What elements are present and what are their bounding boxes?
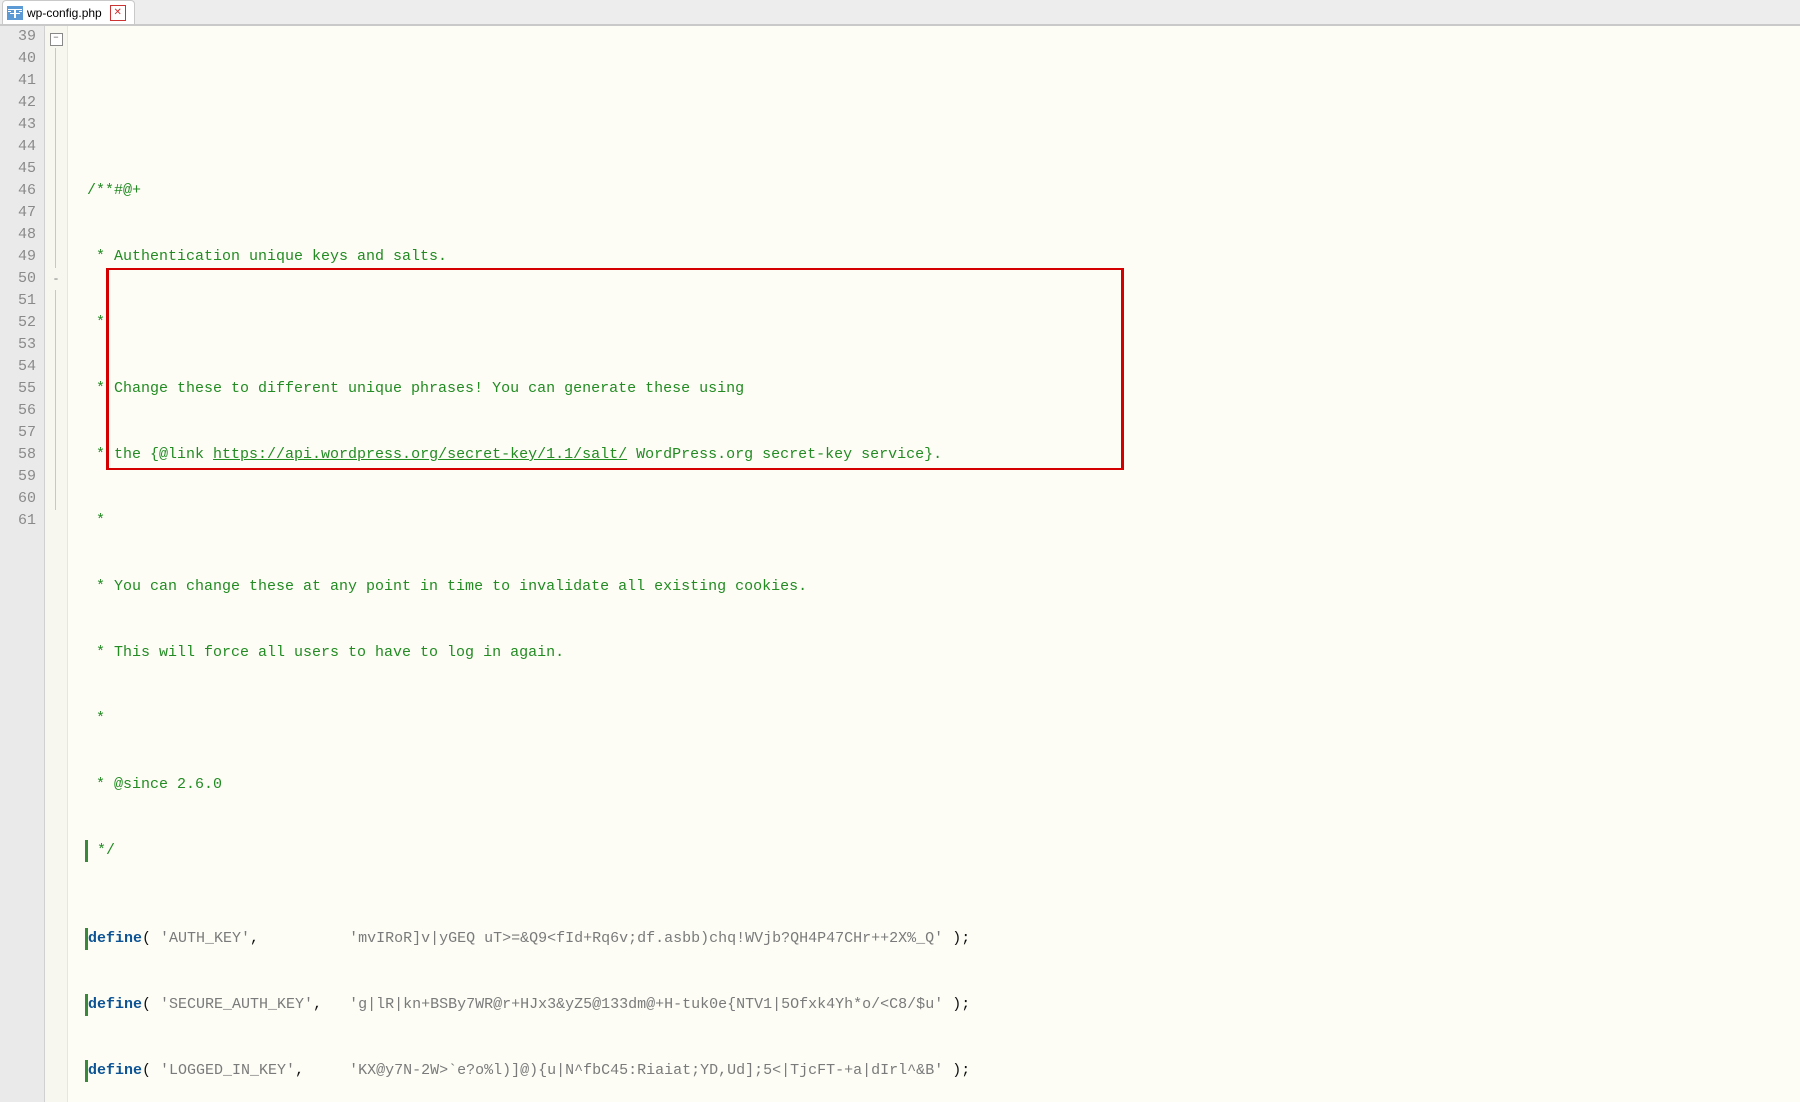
- code-line: * @since 2.6.0: [80, 774, 1800, 796]
- line-number: 39: [4, 26, 36, 48]
- fold-cell: [55, 378, 67, 400]
- code-line: *: [80, 510, 1800, 532]
- blank: [87, 92, 96, 114]
- line-number: 55: [4, 378, 36, 400]
- line-number: 54: [4, 356, 36, 378]
- line-number: 60: [4, 488, 36, 510]
- fold-cell: -: [45, 268, 67, 290]
- fold-cell: −: [45, 26, 67, 48]
- line-number: 43: [4, 114, 36, 136]
- line-number: 59: [4, 466, 36, 488]
- line-number: 57: [4, 422, 36, 444]
- line-number: 61: [4, 510, 36, 532]
- code-line: /**#@+: [80, 180, 1800, 202]
- code-line: * You can change these at any point in t…: [80, 576, 1800, 598]
- line-number: 50: [4, 268, 36, 290]
- file-tab[interactable]: wp-config.php ✕: [2, 0, 135, 24]
- line-number: 42: [4, 92, 36, 114]
- line-number: 49: [4, 246, 36, 268]
- line-number: 45: [4, 158, 36, 180]
- code-line: * Change these to different unique phras…: [80, 378, 1800, 400]
- fold-cell: [55, 334, 67, 356]
- fold-cell: [55, 488, 67, 510]
- code-line: * Authentication unique keys and salts.: [80, 246, 1800, 268]
- fold-cell: [55, 246, 67, 268]
- code-line: */: [80, 840, 1800, 862]
- code-line: * This will force all users to have to l…: [80, 642, 1800, 664]
- fold-cell: [55, 136, 67, 158]
- close-tab-icon[interactable]: ✕: [110, 5, 126, 21]
- code-line: [80, 92, 1800, 114]
- code-line: define( 'AUTH_KEY', 'mvIRoR]v|yGEQ uT>=&…: [80, 928, 1800, 950]
- line-number: 40: [4, 48, 36, 70]
- code-line: *: [80, 312, 1800, 334]
- tab-label: wp-config.php: [27, 6, 102, 20]
- fold-cell: [55, 48, 67, 70]
- fold-cell: [55, 422, 67, 444]
- line-number: 44: [4, 136, 36, 158]
- line-number: 47: [4, 202, 36, 224]
- fold-toggle-icon[interactable]: −: [50, 33, 63, 46]
- code-line: * the {@link https://api.wordpress.org/s…: [80, 444, 1800, 466]
- highlight-annotation: [106, 268, 1124, 470]
- fold-cell: [55, 290, 67, 312]
- gutter: 3940414243444546474849505152535455565758…: [0, 26, 45, 1102]
- line-number: 41: [4, 70, 36, 92]
- tab-bar: wp-config.php ✕: [0, 0, 1800, 25]
- code-area[interactable]: /**#@+ * Authentication unique keys and …: [68, 26, 1800, 1102]
- fold-cell: [55, 466, 67, 488]
- editor-pane: 3940414243444546474849505152535455565758…: [0, 25, 1800, 1102]
- line-number: 53: [4, 334, 36, 356]
- line-number: 56: [4, 400, 36, 422]
- line-number: 52: [4, 312, 36, 334]
- fold-cell: [55, 312, 67, 334]
- line-number: 51: [4, 290, 36, 312]
- code-line: *: [80, 708, 1800, 730]
- fold-cell: [55, 224, 67, 246]
- fold-cell: [55, 158, 67, 180]
- code-line: define( 'LOGGED_IN_KEY', 'KX@y7N-2W>`e?o…: [80, 1060, 1800, 1082]
- code-line: define( 'SECURE_AUTH_KEY', 'g|lR|kn+BSBy…: [80, 994, 1800, 1016]
- fold-cell: [55, 444, 67, 466]
- fold-cell: [55, 180, 67, 202]
- fold-cell: [55, 400, 67, 422]
- salt-link[interactable]: https://api.wordpress.org/secret-key/1.1…: [213, 446, 627, 463]
- fold-cell: [55, 202, 67, 224]
- fold-column: −-: [45, 26, 68, 1102]
- fold-cell: [55, 114, 67, 136]
- fold-cell: [55, 70, 67, 92]
- line-number: 46: [4, 180, 36, 202]
- fold-cell: [55, 356, 67, 378]
- file-icon: [7, 5, 23, 21]
- fold-cell: [55, 92, 67, 114]
- line-number: 58: [4, 444, 36, 466]
- line-number: 48: [4, 224, 36, 246]
- fold-cell: [45, 510, 67, 532]
